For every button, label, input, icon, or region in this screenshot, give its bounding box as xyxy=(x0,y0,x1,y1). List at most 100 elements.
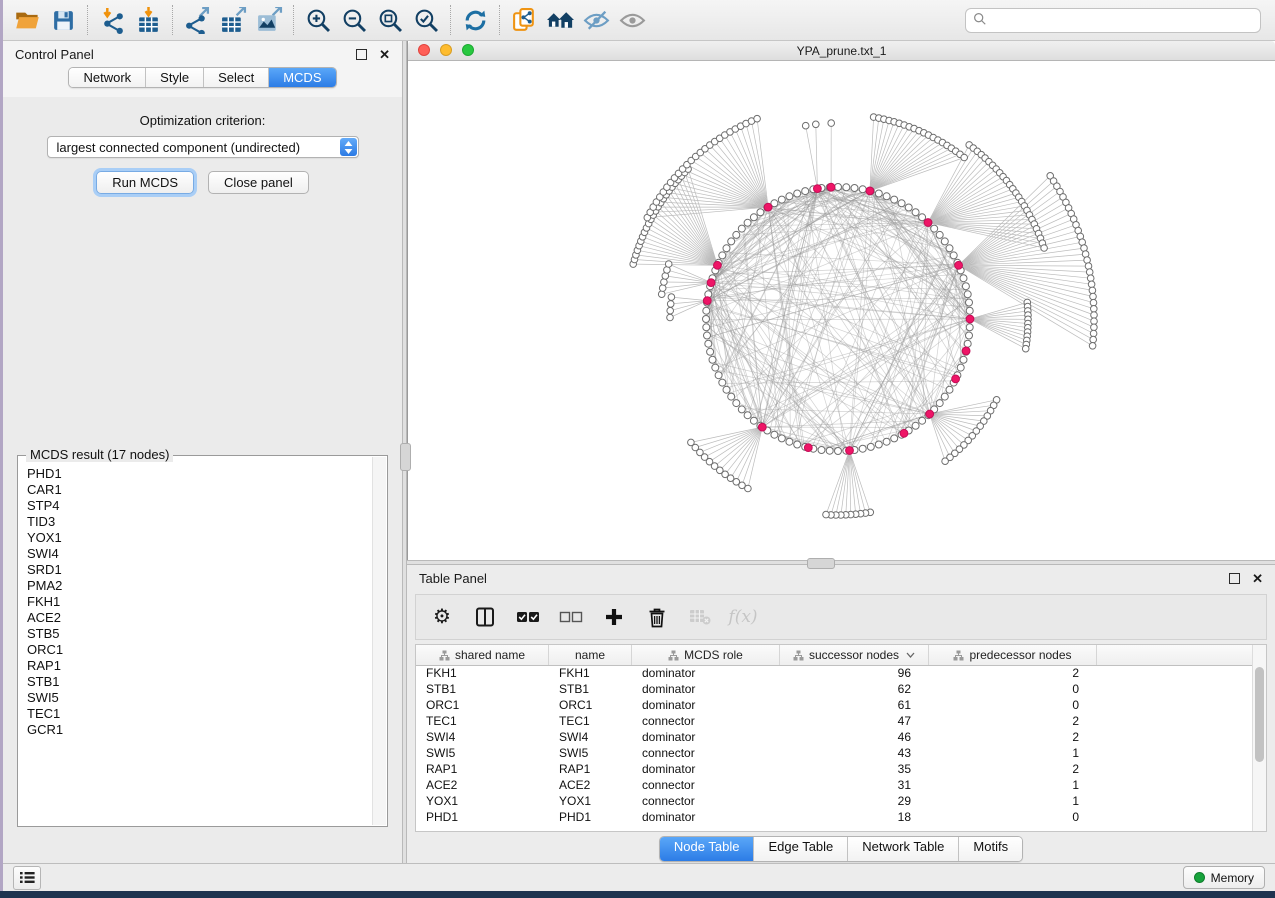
cell-predecessor-nodes[interactable]: 2 xyxy=(929,761,1097,777)
table-row[interactable]: SWI4SWI4dominator462 xyxy=(416,729,1253,745)
cell-successor-nodes[interactable]: 47 xyxy=(780,713,929,729)
mcds-result-item[interactable]: TEC1 xyxy=(27,706,372,722)
column-header-shared-name[interactable]: shared name xyxy=(416,645,549,665)
tab-network[interactable]: Network xyxy=(69,68,146,87)
mcds-result-item[interactable]: YOX1 xyxy=(27,530,372,546)
close-panel-button[interactable]: Close panel xyxy=(208,171,309,194)
cell-successor-nodes[interactable]: 35 xyxy=(780,761,929,777)
cell-mcds-role[interactable]: connector xyxy=(632,745,780,761)
table-row[interactable]: PHD1PHD1dominator180 xyxy=(416,809,1253,825)
network-graph[interactable] xyxy=(408,61,1274,559)
tab-style[interactable]: Style xyxy=(146,68,204,87)
cell-shared-name[interactable]: PHD1 xyxy=(416,809,549,825)
cell-predecessor-nodes[interactable]: 2 xyxy=(929,665,1097,681)
float-panel-icon[interactable] xyxy=(1229,573,1240,584)
cell-name[interactable]: SWI5 xyxy=(549,745,632,761)
settings-gear-button[interactable]: ⚙ xyxy=(428,602,456,632)
close-panel-icon[interactable]: ✕ xyxy=(1252,572,1263,585)
zoom-fit-button[interactable] xyxy=(372,4,408,36)
table-scrollbar[interactable] xyxy=(1252,645,1266,831)
mcds-result-item[interactable]: ACE2 xyxy=(27,610,372,626)
delete-rows-button[interactable] xyxy=(643,602,671,632)
zoom-selected-button[interactable] xyxy=(408,4,444,36)
column-visibility-button[interactable] xyxy=(471,602,499,632)
cell-name[interactable]: TEC1 xyxy=(549,713,632,729)
cell-mcds-role[interactable]: connector xyxy=(632,777,780,793)
cell-shared-name[interactable]: SWI4 xyxy=(416,729,549,745)
cell-successor-nodes[interactable]: 43 xyxy=(780,745,929,761)
cell-predecessor-nodes[interactable]: 1 xyxy=(929,793,1097,809)
export-image-button[interactable] xyxy=(251,4,287,36)
table-row[interactable]: ORC1ORC1dominator610 xyxy=(416,697,1253,713)
cell-predecessor-nodes[interactable]: 2 xyxy=(929,713,1097,729)
cell-shared-name[interactable]: YOX1 xyxy=(416,793,549,809)
table-row[interactable]: RAP1RAP1dominator352 xyxy=(416,761,1253,777)
cell-predecessor-nodes[interactable]: 0 xyxy=(929,697,1097,713)
table-row[interactable]: ACE2ACE2connector311 xyxy=(416,777,1253,793)
mcds-result-item[interactable]: ORC1 xyxy=(27,642,372,658)
new-network-from-selection-button[interactable] xyxy=(506,4,542,36)
vertical-splitter[interactable] xyxy=(402,41,407,863)
splitter-grip[interactable] xyxy=(400,443,411,471)
network-window-titlebar[interactable]: YPA_prune.txt_1 xyxy=(408,41,1275,61)
cell-shared-name[interactable]: FKH1 xyxy=(416,665,549,681)
cell-shared-name[interactable]: ACE2 xyxy=(416,777,549,793)
mcds-result-item[interactable]: SRD1 xyxy=(27,562,372,578)
import-network-button[interactable] xyxy=(94,4,130,36)
cell-mcds-role[interactable]: dominator xyxy=(632,809,780,825)
table-row[interactable]: SWI5SWI5connector431 xyxy=(416,745,1253,761)
cell-name[interactable]: FKH1 xyxy=(549,665,632,681)
delete-table-button[interactable] xyxy=(686,602,714,632)
cell-name[interactable]: PHD1 xyxy=(549,809,632,825)
cell-shared-name[interactable]: STB1 xyxy=(416,681,549,697)
deselect-all-button[interactable] xyxy=(557,602,585,632)
select-all-button[interactable] xyxy=(514,602,542,632)
cell-successor-nodes[interactable]: 96 xyxy=(780,665,929,681)
cell-predecessor-nodes[interactable]: 0 xyxy=(929,809,1097,825)
hide-selected-button[interactable] xyxy=(578,4,614,36)
cell-mcds-role[interactable]: dominator xyxy=(632,761,780,777)
mcds-result-item[interactable]: CAR1 xyxy=(27,482,372,498)
function-builder-button[interactable]: f(x) xyxy=(729,602,757,632)
cell-name[interactable]: YOX1 xyxy=(549,793,632,809)
optimization-criterion-select[interactable]: largest connected component (undirected) xyxy=(47,136,359,158)
save-session-button[interactable] xyxy=(45,4,81,36)
cell-shared-name[interactable]: SWI5 xyxy=(416,745,549,761)
maximize-window-icon[interactable] xyxy=(462,44,474,56)
mcds-result-item[interactable]: STB5 xyxy=(27,626,372,642)
table-row[interactable]: FKH1FKH1dominator962 xyxy=(416,665,1253,681)
cell-successor-nodes[interactable]: 29 xyxy=(780,793,929,809)
run-mcds-button[interactable]: Run MCDS xyxy=(96,171,194,194)
column-header-name[interactable]: name xyxy=(549,645,632,665)
mcds-result-item[interactable]: FKH1 xyxy=(27,594,372,610)
cell-predecessor-nodes[interactable]: 1 xyxy=(929,777,1097,793)
panel-list-button[interactable] xyxy=(13,866,41,890)
cell-predecessor-nodes[interactable]: 1 xyxy=(929,745,1097,761)
column-header-successor-nodes[interactable]: successor nodes xyxy=(780,645,929,665)
cell-mcds-role[interactable]: dominator xyxy=(632,697,780,713)
network-canvas[interactable] xyxy=(408,61,1275,560)
import-table-button[interactable] xyxy=(130,4,166,36)
zoom-in-button[interactable] xyxy=(300,4,336,36)
cell-shared-name[interactable]: RAP1 xyxy=(416,761,549,777)
tab-select[interactable]: Select xyxy=(204,68,269,87)
table-row[interactable]: STB1STB1dominator620 xyxy=(416,681,1253,697)
mcds-result-item[interactable]: PHD1 xyxy=(27,466,372,482)
horizontal-splitter[interactable] xyxy=(407,560,1275,565)
float-panel-icon[interactable] xyxy=(356,49,367,60)
cell-name[interactable]: STB1 xyxy=(549,681,632,697)
cell-successor-nodes[interactable]: 62 xyxy=(780,681,929,697)
cell-successor-nodes[interactable]: 31 xyxy=(780,777,929,793)
tab-mcds[interactable]: MCDS xyxy=(269,68,335,87)
table-scrollbar-thumb[interactable] xyxy=(1255,667,1264,762)
tab-motifs[interactable]: Motifs xyxy=(959,837,1022,861)
add-row-button[interactable] xyxy=(600,602,628,632)
cell-shared-name[interactable]: ORC1 xyxy=(416,697,549,713)
cell-name[interactable]: ORC1 xyxy=(549,697,632,713)
tab-network-table[interactable]: Network Table xyxy=(848,837,959,861)
cell-name[interactable]: ACE2 xyxy=(549,777,632,793)
show-all-button[interactable] xyxy=(614,4,650,36)
memory-button[interactable]: Memory xyxy=(1183,866,1265,889)
mcds-result-item[interactable]: SWI4 xyxy=(27,546,372,562)
cell-mcds-role[interactable]: dominator xyxy=(632,729,780,745)
